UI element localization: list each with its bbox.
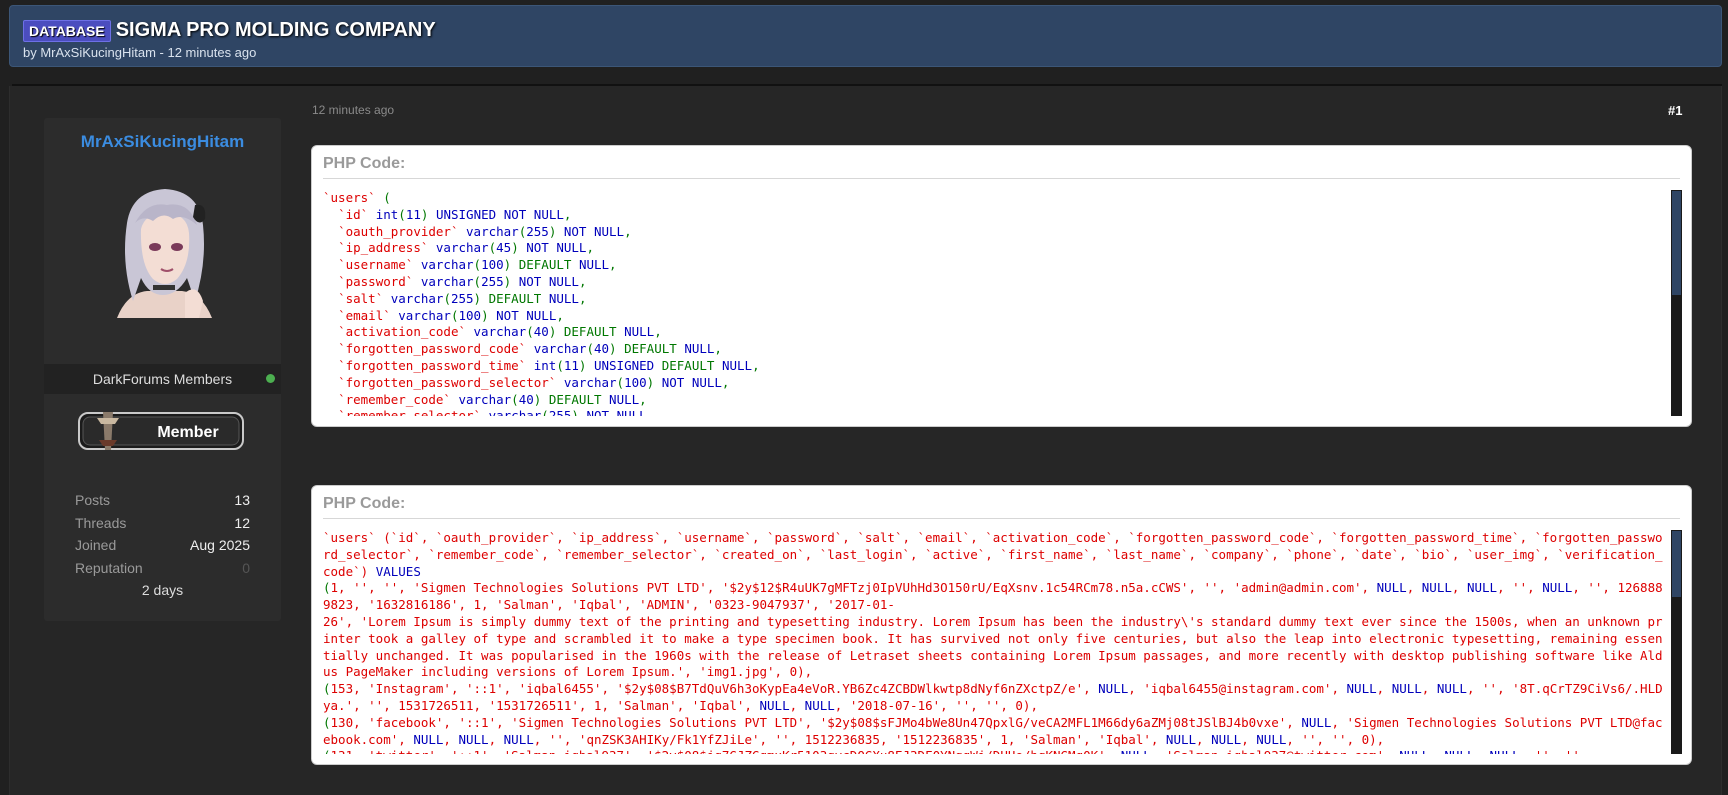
stat-row-threads: Threads 12 [75,515,250,538]
stat-row-joined: Joined Aug 2025 [75,537,250,560]
code-line: `id` int(11) UNSIGNED NOT NULL, [338,206,572,222]
online-status-icon [266,374,275,383]
code-block-scrollbar[interactable] [1671,190,1682,416]
code-line: `salt` varchar(255) DEFAULT NULL, [338,290,587,306]
post-timestamp: 12 minutes ago [312,103,395,117]
code-line: `remember_code` varchar(40) DEFAULT NULL… [338,391,647,407]
rank-badge-icon: Member [78,412,244,450]
avatar[interactable] [107,183,220,318]
code-block-content[interactable]: `users` ( `id` int(11) UNSIGNED NOT NULL… [323,190,1669,416]
stat-label: Joined [75,537,117,553]
scrollbar-thumb[interactable] [1672,191,1681,295]
stat-label: Posts [75,492,111,508]
stat-row-posts: Posts 13 [75,492,250,515]
stat-value[interactable]: 0 [242,560,250,583]
thread-header: DATABASE SIGMA PRO MOLDING COMPANY by Mr… [9,5,1722,67]
author-name-link[interactable]: MrAxSiKucingHitam [44,132,281,152]
rank-label: Member [157,424,218,441]
code-line: `email` varchar(100) NOT NULL, [338,307,564,323]
scrollbar-thumb[interactable] [1672,531,1681,597]
thread-title-row: DATABASE SIGMA PRO MOLDING COMPANY [23,19,436,42]
code-line: `forgotten_password_code` varchar(40) DE… [338,341,722,357]
stat-value: 13 [234,492,250,508]
divider [12,84,1722,86]
thread-title: SIGMA PRO MOLDING COMPANY [115,19,436,41]
code-line: `activation_code` varchar(40) DEFAULT NU… [338,324,662,340]
thread-meta: by MrAxSiKucingHitam - 12 minutes ago [23,45,257,60]
code-block-title: PHP Code: [323,495,1680,519]
stat-label: Reputation [75,559,143,576]
stat-label: Threads [75,514,127,531]
code-line: `forgotten_password_selector` varchar(10… [338,374,730,390]
code-block-1: PHP Code: `users` ( `id` int(11) UNSIGNE… [311,145,1692,427]
code-block-title: PHP Code: [323,155,1680,179]
code-line: `password` varchar(255) NOT NULL, [338,273,587,289]
code-line: `users` ( [323,190,391,205]
usergroup-bar: DarkForums Members [44,364,281,394]
code-block-2: PHP Code: `users` (`id`, `oauth_provider… [311,485,1692,765]
code-block-scrollbar[interactable] [1671,530,1682,754]
stat-time-online: 2 days [141,582,184,598]
stat-value: Aug 2025 [190,537,250,553]
stat-value: 12 [234,514,250,531]
rank-badge: Member [77,410,245,452]
code-line: `forgotten_password_time` int(11) UNSIGN… [338,357,760,373]
code-line: `username` varchar(100) DEFAULT NULL, [338,257,617,273]
code-line: `remember_selector` varchar(255) NOT NUL… [338,408,655,416]
post-number-link[interactable]: #1 [1668,103,1682,118]
code-line: `oauth_provider` varchar(255) NOT NULL, [338,223,632,239]
code-line: `ip_address` varchar(45) NOT NULL, [338,240,594,256]
usergroup-label: DarkForums Members [92,371,233,387]
thread-prefix-badge[interactable]: DATABASE [23,19,111,42]
stat-row-reputation: Reputation 0 [75,560,250,583]
code-block-content[interactable]: `users` (`id`, `oauth_provider`, `ip_add… [323,530,1669,754]
author-panel: MrAxSiKucingHitam DarkForums Members Mem… [44,118,281,621]
author-stats: Posts 13 Threads 12 Joined Aug 2025 Repu… [75,492,250,604]
